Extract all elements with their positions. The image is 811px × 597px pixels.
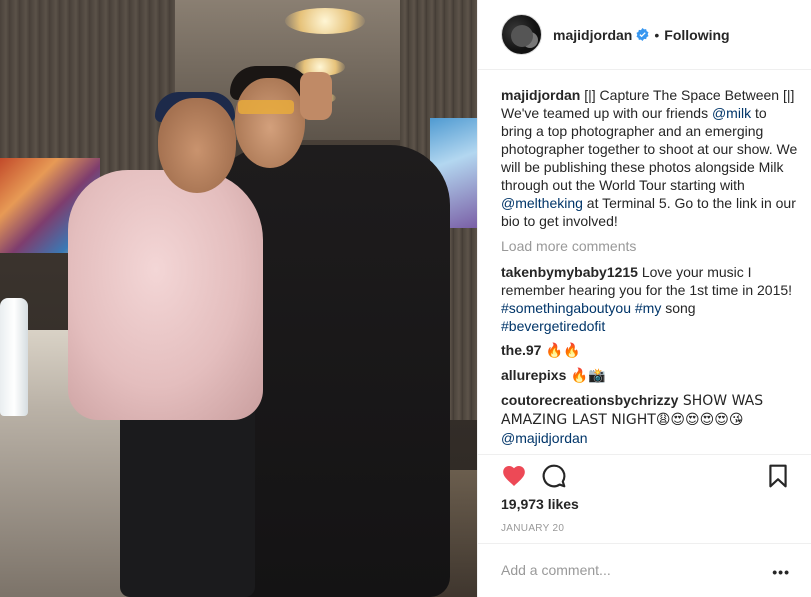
header-username[interactable]: majidjordan	[553, 27, 632, 43]
comment-text: 🔥📸	[566, 368, 606, 384]
post-header: majidjordan • Following	[478, 0, 811, 70]
verified-badge-icon	[636, 28, 649, 41]
photo-person-left-jacket	[68, 170, 263, 420]
load-more-comments-button[interactable]: Load more comments	[501, 237, 801, 255]
mention-link[interactable]: @meltheking	[501, 195, 583, 211]
comment-icon[interactable]	[541, 463, 567, 489]
photo-glasses	[238, 100, 294, 114]
post-date[interactable]: JANUARY 20	[501, 523, 564, 534]
post-actions: 19,973 likes JANUARY 20 Add a comment...…	[478, 454, 811, 597]
more-options-button[interactable]: •••	[772, 564, 790, 580]
post-caption: majidjordan [|] Capture The Space Betwee…	[501, 86, 801, 230]
comment-item: takenbymybaby1215 Love your music I reme…	[501, 263, 801, 335]
comment-item: coutorecreationsbychrizzy SHOW WAS AMAZI…	[501, 391, 801, 447]
photo-person-left-legs	[120, 400, 255, 597]
photo-cabinet	[0, 0, 175, 180]
hashtag-link[interactable]: #my	[635, 300, 661, 316]
caption-username[interactable]: majidjordan	[501, 87, 580, 103]
bookmark-icon[interactable]	[765, 463, 791, 489]
comments-list: majidjordan [|] Capture The Space Betwee…	[501, 86, 801, 454]
add-comment-input[interactable]: Add a comment...	[501, 562, 611, 578]
photo-person-right-head	[235, 78, 305, 168]
hashtag-link[interactable]: #bevergetiredofit	[501, 318, 605, 334]
comment-username[interactable]: allurepixs	[501, 367, 566, 383]
photo-person-left-head	[158, 98, 236, 193]
mention-link[interactable]: @milk	[712, 105, 751, 121]
photo-bottle	[0, 298, 28, 416]
comment-text: song	[661, 300, 696, 316]
add-comment-bar: Add a comment... •••	[478, 543, 811, 597]
comment-text: 🔥🔥	[541, 343, 581, 359]
post-photo[interactable]	[0, 0, 477, 597]
following-button[interactable]: Following	[664, 27, 729, 43]
comment-username[interactable]: the.97	[501, 342, 541, 358]
hashtag-link[interactable]: #somethingaboutyou	[501, 300, 631, 316]
heart-icon[interactable]	[501, 463, 527, 489]
mention-link[interactable]: @majidjordan	[501, 429, 801, 447]
likes-count[interactable]: 19,973 likes	[501, 496, 579, 512]
photo-light	[285, 8, 365, 34]
avatar[interactable]	[501, 14, 542, 55]
action-icons	[501, 463, 791, 493]
comment-item: the.97 🔥🔥	[501, 341, 801, 360]
post-side-panel: majidjordan • Following majidjordan [|] …	[477, 0, 811, 597]
comment-username[interactable]: coutorecreationsbychrizzy	[501, 392, 678, 408]
comment-item: allurepixs 🔥📸	[501, 366, 801, 385]
photo-hand	[300, 72, 332, 120]
comment-username[interactable]: takenbymybaby1215	[501, 264, 638, 280]
header-separator: •	[654, 26, 660, 43]
